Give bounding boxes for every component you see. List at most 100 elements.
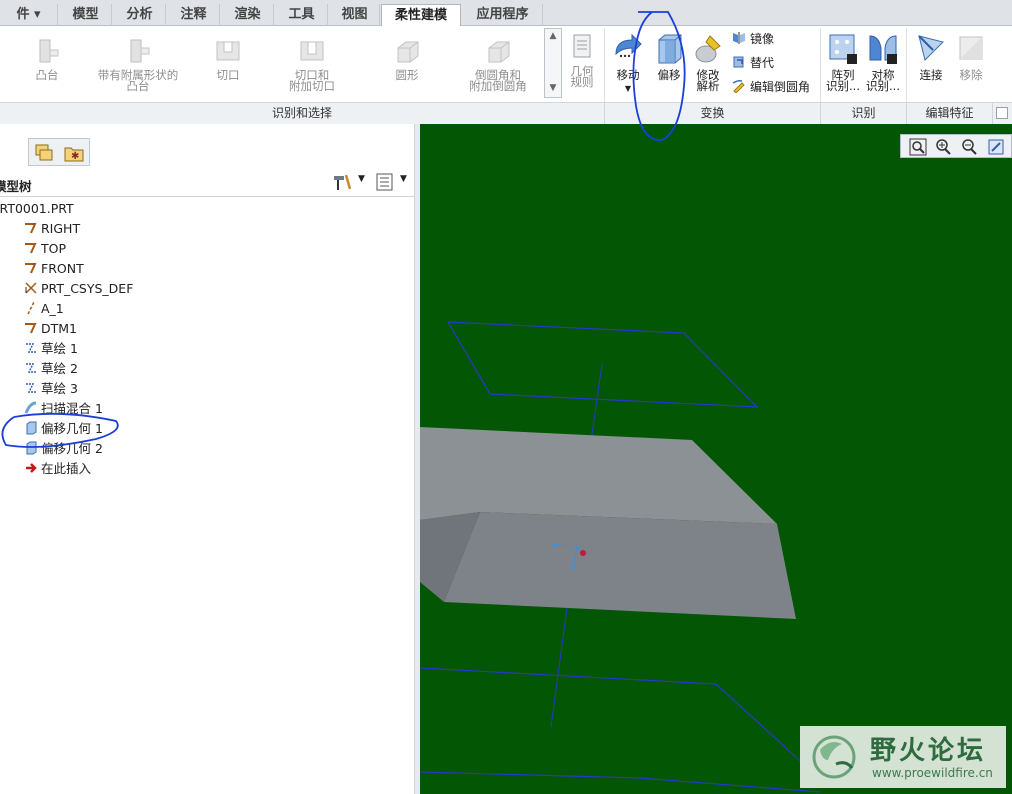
boss-icon xyxy=(39,39,59,63)
repaint-icon[interactable] xyxy=(985,137,1007,157)
tree-settings-dropdown-icon[interactable]: ▼ xyxy=(358,174,365,184)
round-attached-icon xyxy=(488,41,510,63)
annotation-circle-tree xyxy=(1,412,119,448)
show-dropdown-icon[interactable]: ▼ xyxy=(400,174,407,184)
view-toolbar xyxy=(900,134,1012,158)
tree-item-dtm1[interactable]: DTM1 xyxy=(24,319,77,339)
pattern-recognition-icon xyxy=(829,34,857,64)
round-button[interactable]: 圆形 xyxy=(384,36,430,81)
model-tree-tab-icon[interactable] xyxy=(32,142,56,164)
substitute-icon xyxy=(733,56,744,68)
zoom-in-icon[interactable] xyxy=(933,137,955,157)
tab-render[interactable]: 渲染 xyxy=(222,4,274,26)
geometry-rules-icon xyxy=(573,34,591,58)
datum-plane-icon xyxy=(25,323,37,334)
ribbon-group-labels: 识别和选择 变换 识别 编辑特征 xyxy=(0,102,1012,125)
symmetry-recognition-icon xyxy=(869,35,897,64)
tree-settings-icon[interactable] xyxy=(330,172,354,195)
tab-view[interactable]: 视图 xyxy=(330,4,380,26)
cut-and-attached-button[interactable]: 切口和 附加切口 xyxy=(280,36,344,92)
cut-attached-icon xyxy=(300,41,324,61)
forum-watermark: 野火论坛 www.proewildfire.cn xyxy=(800,726,1006,788)
datum-plane-lower xyxy=(420,667,821,780)
mirror-button[interactable]: 镜像 xyxy=(732,30,774,48)
remove-button[interactable]: 移除 xyxy=(952,32,990,81)
modify-analytic-button[interactable]: 修改 解析 xyxy=(690,32,726,92)
geometry-rules-button[interactable]: 几何 规则 xyxy=(564,32,600,88)
datum-axis-icon xyxy=(27,301,35,315)
sketch-icon xyxy=(26,343,36,353)
svg-text:✱: ✱ xyxy=(71,151,79,162)
csys-origin-point xyxy=(580,550,586,556)
group-edit-features-label: 编辑特征 xyxy=(907,103,993,125)
scroll-up-icon[interactable]: ▲ xyxy=(545,29,561,43)
boss-with-attached-button[interactable]: 带有附属形状的 凸台 xyxy=(88,36,188,92)
edit-round-icon xyxy=(732,80,745,93)
round-and-attached-button[interactable]: 倒圆角和 附加倒圆角 xyxy=(460,36,536,92)
datum-plane-upper xyxy=(446,321,759,408)
mirror-icon xyxy=(733,32,745,44)
forum-logo-icon xyxy=(812,735,856,779)
forum-url: www.proewildfire.cn xyxy=(872,766,993,780)
tree-item-front[interactable]: FRONT xyxy=(24,259,84,279)
model-scene xyxy=(420,321,821,793)
folder-browser-tab-icon[interactable]: ✱ xyxy=(62,142,86,164)
csys-marker xyxy=(553,543,557,547)
attach-button[interactable]: 连接 xyxy=(912,32,950,81)
csys-icon xyxy=(25,282,37,294)
sketch-icon xyxy=(26,383,36,393)
pattern-recognition-button[interactable]: 阵列 识别... xyxy=(824,32,862,92)
group-identify-label: 识别 xyxy=(821,103,907,125)
tree-item-axis[interactable]: A_1 xyxy=(24,299,64,319)
model-tree: PRT0001.PRT RIGHT TOP FRONT PRT_CSYS_DEF… xyxy=(0,196,416,794)
tab-file[interactable]: 件 ▾ xyxy=(0,4,58,26)
datum-plane-icon xyxy=(25,263,37,274)
tree-item-insert-here[interactable]: 在此插入 xyxy=(24,459,91,479)
group-recognize-select-label: 识别和选择 xyxy=(0,103,605,125)
model-front-face xyxy=(444,512,796,619)
tree-item-right[interactable]: RIGHT xyxy=(24,219,80,239)
ribbon-gallery-scrollbar[interactable]: ▲ ▼ xyxy=(544,28,562,98)
tree-item-sketch-2[interactable]: 草绘 2 xyxy=(24,359,78,379)
graphics-viewport[interactable]: 野火论坛 www.proewildfire.cn xyxy=(420,124,1012,794)
tab-annotate[interactable]: 注释 xyxy=(168,4,220,26)
tree-item-sketch-1[interactable]: 草绘 1 xyxy=(24,339,78,359)
datum-axis-lower xyxy=(550,607,568,728)
boss-attached-icon xyxy=(130,39,150,63)
navigator-panel: ✱ 模型树 ▼ ▼ PRT0001.PRT RIGHT TOP FRONT PR… xyxy=(0,124,420,794)
scroll-down-icon[interactable]: ▼ xyxy=(545,81,561,95)
tree-item-top[interactable]: TOP xyxy=(24,239,66,259)
collapse-ribbon-icon[interactable] xyxy=(996,107,1008,119)
ribbon-tab-bar: 件 ▾ 模型 分析 注释 渲染 工具 视图 柔性建模 应用程序 xyxy=(0,0,1012,27)
tab-analysis[interactable]: 分析 xyxy=(114,4,166,26)
attach-icon xyxy=(918,35,944,61)
cut-icon xyxy=(216,41,240,61)
model-top-face xyxy=(420,427,777,524)
datum-plane-icon xyxy=(25,243,37,254)
tree-item-csys[interactable]: PRT_CSYS_DEF xyxy=(24,279,133,299)
datum-plane-icon xyxy=(25,223,37,234)
show-list-icon[interactable] xyxy=(374,172,396,195)
tree-item-sketch-3[interactable]: 草绘 3 xyxy=(24,379,78,399)
cut-button[interactable]: 切口 xyxy=(206,36,250,81)
edit-round-button[interactable]: 编辑倒圆角 xyxy=(732,78,810,96)
substitute-button[interactable]: 替代 xyxy=(732,54,774,72)
insert-here-icon xyxy=(26,463,37,473)
modify-analytic-icon xyxy=(695,35,721,63)
round-icon xyxy=(397,41,419,63)
tree-item-root[interactable]: PRT0001.PRT xyxy=(0,199,74,219)
tab-tools[interactable]: 工具 xyxy=(276,4,328,26)
navigator-tabs: ✱ xyxy=(28,138,90,166)
tab-model[interactable]: 模型 xyxy=(60,4,112,26)
forum-title: 野火论坛 xyxy=(870,736,987,766)
annotation-circle-offset xyxy=(632,11,686,141)
model-tree-toolbar: ▼ ▼ xyxy=(330,172,414,192)
symmetry-recognition-button[interactable]: 对称 识别... xyxy=(864,32,902,92)
model-tree-title: 模型树 xyxy=(0,179,32,194)
refit-icon[interactable] xyxy=(907,137,929,157)
tab-applications[interactable]: 应用程序 xyxy=(463,4,543,26)
zoom-out-icon[interactable] xyxy=(959,137,981,157)
boss-button[interactable]: 凸台 xyxy=(24,36,70,81)
tab-flexible-modeling[interactable]: 柔性建模 xyxy=(381,4,461,27)
sketch-icon xyxy=(26,363,36,373)
